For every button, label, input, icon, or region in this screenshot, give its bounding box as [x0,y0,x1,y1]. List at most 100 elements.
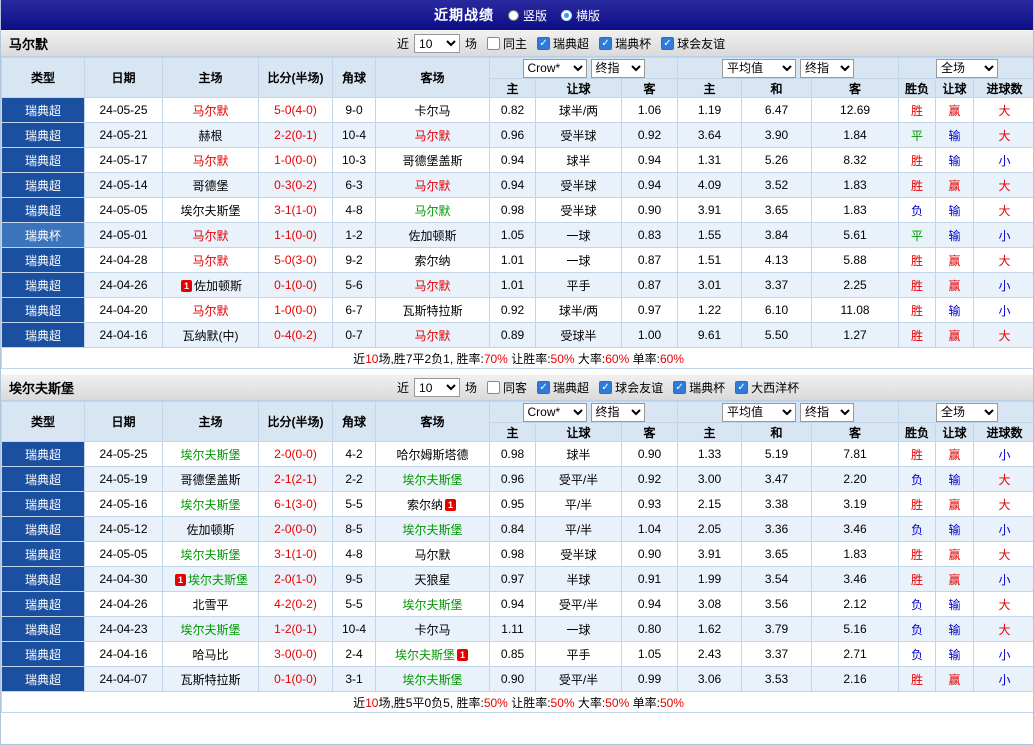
league-cell[interactable]: 瑞典超 [1,122,85,148]
league-cell[interactable]: 瑞典超 [1,322,85,348]
home-team-cell[interactable]: 埃尔夫斯堡 [162,197,259,223]
score-cell[interactable]: 1-0(0-0) [258,297,333,323]
league-cell[interactable]: 瑞典杯 [1,222,85,248]
away-team-cell[interactable]: 埃尔夫斯堡 [375,666,490,692]
away-team-cell[interactable]: 索尔纳 1 [375,491,490,517]
league-cell[interactable]: 瑞典超 [1,197,85,223]
score-cell[interactable]: 0-3(0-2) [258,172,333,198]
away-team-cell[interactable]: 哥德堡盖斯 [375,147,490,173]
score-cell[interactable]: 0-1(0-0) [258,666,333,692]
score-cell[interactable]: 1-1(0-0) [258,222,333,248]
score-cell[interactable]: 3-1(1-0) [258,197,333,223]
same-venue-checkbox[interactable]: 同主 [487,35,527,52]
same-venue-checkbox[interactable]: 同客 [487,379,527,396]
score-cell[interactable]: 3-1(1-0) [258,541,333,567]
away-team-cell[interactable]: 埃尔夫斯堡 1 [375,641,490,667]
home-team-cell[interactable]: 马尔默 [162,222,259,248]
league-cell[interactable]: 瑞典超 [1,516,85,542]
league-cell[interactable]: 瑞典超 [1,541,85,567]
away-team-cell[interactable]: 哈尔姆斯塔德 [375,441,490,467]
home-team-cell[interactable]: 哥德堡盖斯 [162,466,259,492]
home-team-cell[interactable]: 马尔默 [162,247,259,273]
home-team-cell[interactable]: 马尔默 [162,297,259,323]
league-filter-checkbox[interactable]: ✓ 大西洋杯 [735,379,799,396]
home-team-cell[interactable]: 埃尔夫斯堡 [162,491,259,517]
league-cell[interactable]: 瑞典超 [1,491,85,517]
away-team-cell[interactable]: 卡尔马 [375,97,490,123]
league-cell[interactable]: 瑞典超 [1,466,85,492]
match-count-select[interactable]: 10 [414,378,461,397]
odds-company-select[interactable]: Crow* [522,402,587,422]
away-team-cell[interactable]: 马尔默 [375,541,490,567]
avg-select[interactable]: 平均值 [722,402,797,422]
scope-select[interactable]: 全场 [936,402,999,422]
away-team-cell[interactable]: 天狼星 [375,566,490,592]
league-cell[interactable]: 瑞典超 [1,566,85,592]
layout-radio[interactable]: 竖版 [507,7,547,24]
away-team-cell[interactable]: 瓦斯特拉斯 [375,297,490,323]
score-cell[interactable]: 0-1(0-0) [258,272,333,298]
league-cell[interactable]: 瑞典超 [1,616,85,642]
league-filter-checkbox[interactable]: ✓ 瑞典杯 [673,379,725,396]
home-team-cell[interactable]: 北雪平 [162,591,259,617]
avg-final-select[interactable]: 终指 [800,402,855,422]
home-team-cell[interactable]: 马尔默 [162,147,259,173]
score-cell[interactable]: 6-1(3-0) [258,491,333,517]
away-team-cell[interactable]: 埃尔夫斯堡 [375,591,490,617]
league-cell[interactable]: 瑞典超 [1,441,85,467]
league-cell[interactable]: 瑞典超 [1,172,85,198]
home-team-cell[interactable]: 1 埃尔夫斯堡 [162,566,259,592]
league-cell[interactable]: 瑞典超 [1,641,85,667]
away-team-cell[interactable]: 马尔默 [375,272,490,298]
score-cell[interactable]: 4-2(0-2) [258,591,333,617]
home-team-cell[interactable]: 哥德堡 [162,172,259,198]
home-team-cell[interactable]: 埃尔夫斯堡 [162,541,259,567]
score-cell[interactable]: 0-4(0-2) [258,322,333,348]
away-team-cell[interactable]: 索尔纳 [375,247,490,273]
league-filter-checkbox[interactable]: ✓ 球会友谊 [661,35,725,52]
league-cell[interactable]: 瑞典超 [1,666,85,692]
league-filter-checkbox[interactable]: ✓ 球会友谊 [599,379,663,396]
home-team-cell[interactable]: 1 佐加顿斯 [162,272,259,298]
home-team-cell[interactable]: 埃尔夫斯堡 [162,441,259,467]
league-filter-checkbox[interactable]: ✓ 瑞典杯 [599,35,651,52]
match-count-select[interactable]: 10 [414,34,461,53]
score-cell[interactable]: 3-0(0-0) [258,641,333,667]
away-team-cell[interactable]: 埃尔夫斯堡 [375,516,490,542]
score-cell[interactable]: 2-0(0-0) [258,516,333,542]
home-team-cell[interactable]: 马尔默 [162,97,259,123]
score-cell[interactable]: 5-0(3-0) [258,247,333,273]
home-team-cell[interactable]: 埃尔夫斯堡 [162,616,259,642]
league-cell[interactable]: 瑞典超 [1,297,85,323]
league-cell[interactable]: 瑞典超 [1,147,85,173]
away-team-cell[interactable]: 马尔默 [375,197,490,223]
home-team-cell[interactable]: 瓦纳默(中) [162,322,259,348]
league-cell[interactable]: 瑞典超 [1,591,85,617]
home-team-cell[interactable]: 佐加顿斯 [162,516,259,542]
league-filter-checkbox[interactable]: ✓ 瑞典超 [537,35,589,52]
away-team-cell[interactable]: 佐加顿斯 [375,222,490,248]
home-team-cell[interactable]: 赫根 [162,122,259,148]
away-team-cell[interactable]: 埃尔夫斯堡 [375,466,490,492]
score-cell[interactable]: 2-1(2-1) [258,466,333,492]
odds-final-select[interactable]: 终指 [590,402,645,422]
odds-final-select[interactable]: 终指 [590,58,645,78]
odds-company-select[interactable]: Crow* [522,58,587,78]
score-cell[interactable]: 2-0(0-0) [258,441,333,467]
league-cell[interactable]: 瑞典超 [1,97,85,123]
score-cell[interactable]: 1-2(0-1) [258,616,333,642]
score-cell[interactable]: 5-0(4-0) [258,97,333,123]
away-team-cell[interactable]: 马尔默 [375,322,490,348]
league-cell[interactable]: 瑞典超 [1,272,85,298]
home-team-cell[interactable]: 哈马比 [162,641,259,667]
score-cell[interactable]: 2-0(1-0) [258,566,333,592]
league-cell[interactable]: 瑞典超 [1,247,85,273]
scope-select[interactable]: 全场 [936,58,999,78]
avg-select[interactable]: 平均值 [722,58,797,78]
away-team-cell[interactable]: 马尔默 [375,122,490,148]
score-cell[interactable]: 2-2(0-1) [258,122,333,148]
away-team-cell[interactable]: 马尔默 [375,172,490,198]
league-filter-checkbox[interactable]: ✓ 瑞典超 [537,379,589,396]
avg-final-select[interactable]: 终指 [800,58,855,78]
layout-radio[interactable]: 横版 [561,7,600,24]
